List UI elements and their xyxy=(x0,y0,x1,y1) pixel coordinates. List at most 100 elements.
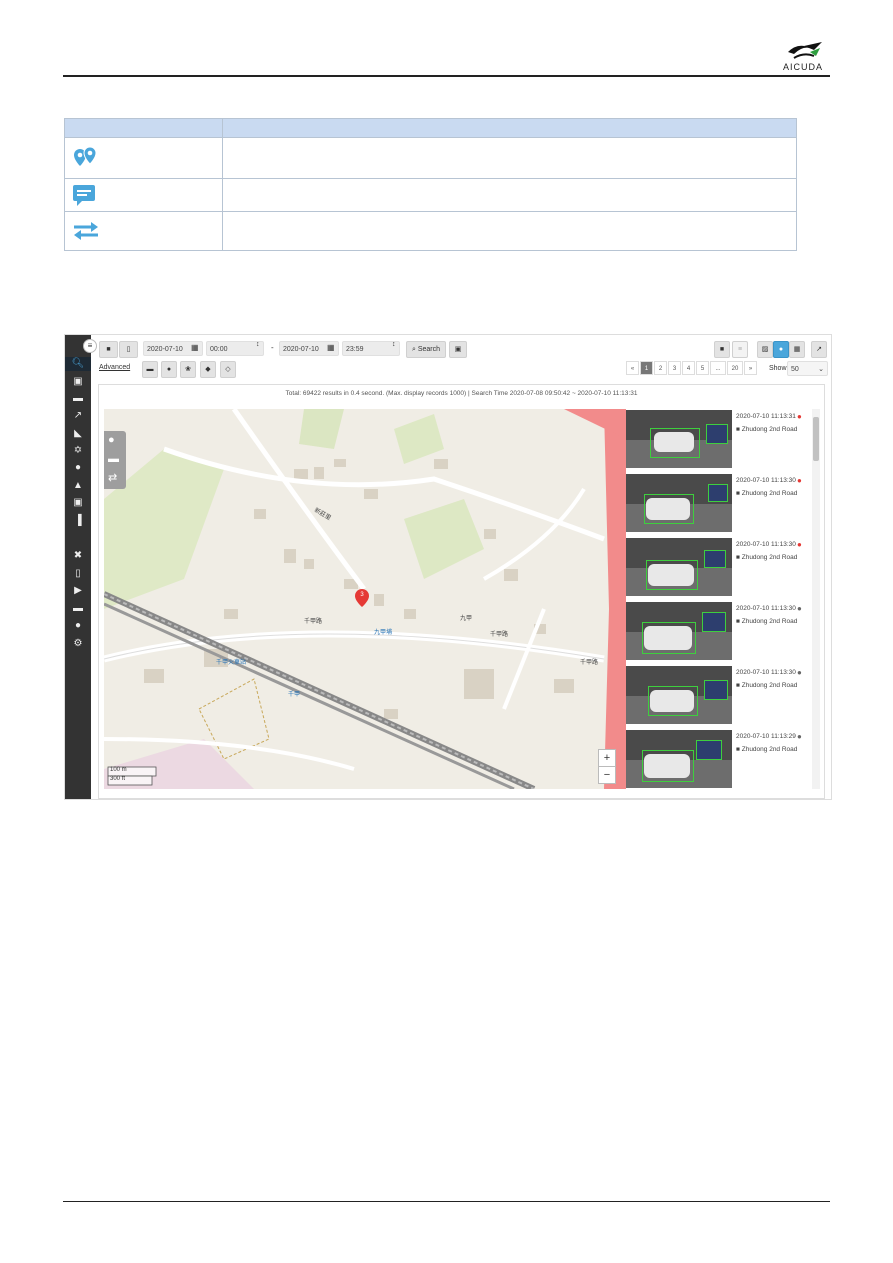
search-icon: ⌕ xyxy=(411,346,416,353)
map-view-button[interactable]: ● xyxy=(773,341,789,358)
map-marker-icon[interactable]: ● xyxy=(797,476,802,485)
result-timestamp: 2020-07-10 11:13:30 xyxy=(736,477,796,484)
scan-icon[interactable]: ▣ xyxy=(70,496,86,510)
message-icon[interactable]: ▬ xyxy=(108,453,119,465)
time-spinner-icon[interactable]: ↕ xyxy=(392,341,396,348)
show-count-value: 50 xyxy=(791,366,799,373)
chevron-down-icon: ⌄ xyxy=(818,366,824,373)
icon-table-row xyxy=(64,211,797,251)
bus-stop-label: 九甲埔 xyxy=(374,630,393,636)
face-scan-icon[interactable]: ▣ xyxy=(70,375,86,389)
detection-thumbnail[interactable] xyxy=(626,602,732,660)
icon-description xyxy=(222,178,797,212)
footer-rule xyxy=(63,1201,830,1202)
car-icon[interactable]: ▬ xyxy=(70,392,86,406)
cluster-count: 3 xyxy=(360,592,364,598)
page-button[interactable]: 20 xyxy=(727,361,743,375)
document-button[interactable]: ▯ xyxy=(119,341,138,358)
detection-thumbnail[interactable] xyxy=(626,538,732,596)
image-view-button[interactable]: ▨ xyxy=(757,341,773,358)
video-camera-icon[interactable]: ▶ xyxy=(70,584,86,598)
report-chart-icon[interactable]: ▐ xyxy=(70,514,86,528)
results-scrollbar[interactable] xyxy=(812,409,820,789)
list-item[interactable]: 2020-07-10 11:13:30 ● ■ Zhudong 2nd Road xyxy=(626,665,813,727)
fire-filter-button[interactable]: ◆ xyxy=(200,361,216,378)
search-button[interactable]: ⌕ Search xyxy=(406,341,446,358)
zoom-in-button[interactable]: + xyxy=(598,749,616,767)
list-item[interactable]: 2020-07-10 11:13:30 ● ■ Zhudong 2nd Road xyxy=(626,473,813,535)
page-button[interactable]: 2 xyxy=(654,361,667,375)
bell-icon[interactable]: ▲ xyxy=(70,479,86,493)
list-item[interactable]: 2020-07-10 11:13:30 ● ■ Zhudong 2nd Road xyxy=(626,601,813,663)
document-icon[interactable]: ▯ xyxy=(70,567,86,581)
user-icon[interactable]: ● xyxy=(70,619,86,633)
result-timestamp: 2020-07-10 11:13:30 xyxy=(736,605,796,612)
page-button[interactable]: 4 xyxy=(682,361,695,375)
detection-thumbnail[interactable] xyxy=(626,730,732,788)
map-marker-icon[interactable]: ● xyxy=(797,540,802,549)
map-marker-icon[interactable]: ● xyxy=(797,668,802,677)
result-camera: ■ Zhudong 2nd Road xyxy=(736,618,798,625)
result-camera: ■ Zhudong 2nd Road xyxy=(736,682,798,689)
page-prev-button[interactable]: « xyxy=(626,361,639,375)
icon-description xyxy=(222,137,797,179)
route-icon[interactable]: ↗ xyxy=(70,409,86,423)
page-button[interactable]: 5 xyxy=(696,361,709,375)
cluster-marker[interactable]: 3 xyxy=(355,589,369,607)
grid-view-button[interactable]: ▦ xyxy=(789,341,805,358)
menu-toggle-icon[interactable]: ≡ xyxy=(83,339,97,353)
detection-thumbnail[interactable] xyxy=(626,666,732,724)
tools-icon[interactable]: ✖ xyxy=(70,549,86,563)
result-timestamp: 2020-07-10 11:13:29 xyxy=(736,733,796,740)
page-next-button[interactable]: » xyxy=(744,361,757,375)
result-camera: ■ Zhudong 2nd Road xyxy=(736,490,798,497)
scrollbar-thumb[interactable] xyxy=(813,417,819,461)
export-button[interactable]: ↗ xyxy=(811,341,827,358)
video-camera-button[interactable]: ■ xyxy=(99,341,118,358)
calendar-icon[interactable]: ▦ xyxy=(327,343,335,352)
icon-table xyxy=(64,118,797,251)
icon-table-header-icon xyxy=(64,118,223,138)
swap-arrows-icon[interactable]: ⇄ xyxy=(108,471,117,484)
zoom-out-button[interactable]: − xyxy=(598,766,616,784)
settings-gear-icon[interactable]: ⚙ xyxy=(70,637,86,651)
time-spinner-icon[interactable]: ↕ xyxy=(256,341,260,348)
tag-filter-button[interactable]: ◇ xyxy=(220,361,236,378)
vehicle-filter-button[interactable]: ▬ xyxy=(142,361,158,378)
page-button[interactable]: 3 xyxy=(668,361,681,375)
road-label: 九甲 xyxy=(460,616,473,622)
storage-icon[interactable]: ▬ xyxy=(70,602,86,616)
status-text: Total: 69422 results in 0.4 second. (Max… xyxy=(285,390,638,397)
road-label: 千甲路 xyxy=(490,632,509,638)
calendar-icon[interactable]: ▦ xyxy=(191,343,199,352)
run-icon[interactable]: ✡ xyxy=(70,444,86,458)
person-filter-button[interactable]: ● xyxy=(161,361,177,378)
map-marker-icon[interactable]: ● xyxy=(797,604,802,613)
results-list: 2020-07-10 11:13:31 ● ■ Zhudong 2nd Road… xyxy=(626,409,813,789)
show-count-select[interactable]: 50 ⌄ xyxy=(787,361,828,376)
result-timestamp: 2020-07-10 11:13:31 xyxy=(736,413,796,420)
animal-filter-button[interactable]: ❀ xyxy=(180,361,196,378)
map-pins-icon[interactable]: ● xyxy=(108,434,115,446)
map-marker-icon[interactable]: ● xyxy=(797,412,802,421)
list-item[interactable]: 2020-07-10 11:13:31 ● ■ Zhudong 2nd Road xyxy=(626,409,813,471)
advanced-link[interactable]: Advanced xyxy=(99,364,130,371)
search-icon[interactable]: 🔍︎ xyxy=(65,357,91,371)
icon-description xyxy=(222,211,797,251)
page-button[interactable]: 1 xyxy=(640,361,653,375)
sidebar: 🔍︎ ▣ ▬ ↗ ◣ ✡ ● ▲ ▣ ▐ ✖ ▯ ▶ ▬ ● ⚙ xyxy=(65,335,91,799)
range-separator: - xyxy=(271,343,274,352)
alert-icon[interactable]: ● xyxy=(70,461,86,475)
header-rule xyxy=(63,75,830,77)
detection-thumbnail[interactable] xyxy=(626,410,732,468)
save-button[interactable]: ■ xyxy=(714,341,730,358)
camera-snapshot-button[interactable]: ▣ xyxy=(449,341,467,358)
list-view-button[interactable]: ≡ xyxy=(732,341,748,358)
detection-thumbnail[interactable] xyxy=(626,474,732,532)
map-marker-icon[interactable]: ● xyxy=(797,732,802,741)
list-item[interactable]: 2020-07-10 11:13:30 ● ■ Zhudong 2nd Road xyxy=(626,537,813,599)
result-timestamp: 2020-07-10 11:13:30 xyxy=(736,541,796,548)
camera-person-icon[interactable]: ◣ xyxy=(70,427,86,441)
list-item[interactable]: 2020-07-10 11:13:29 ● ■ Zhudong 2nd Road xyxy=(626,729,813,789)
map-view[interactable]: 千甲路 千甲路 千甲路 九甲 新莊里 千甲火車站 九甲埔 千甲 ● ▬ ⇄ 3 … xyxy=(104,409,626,789)
